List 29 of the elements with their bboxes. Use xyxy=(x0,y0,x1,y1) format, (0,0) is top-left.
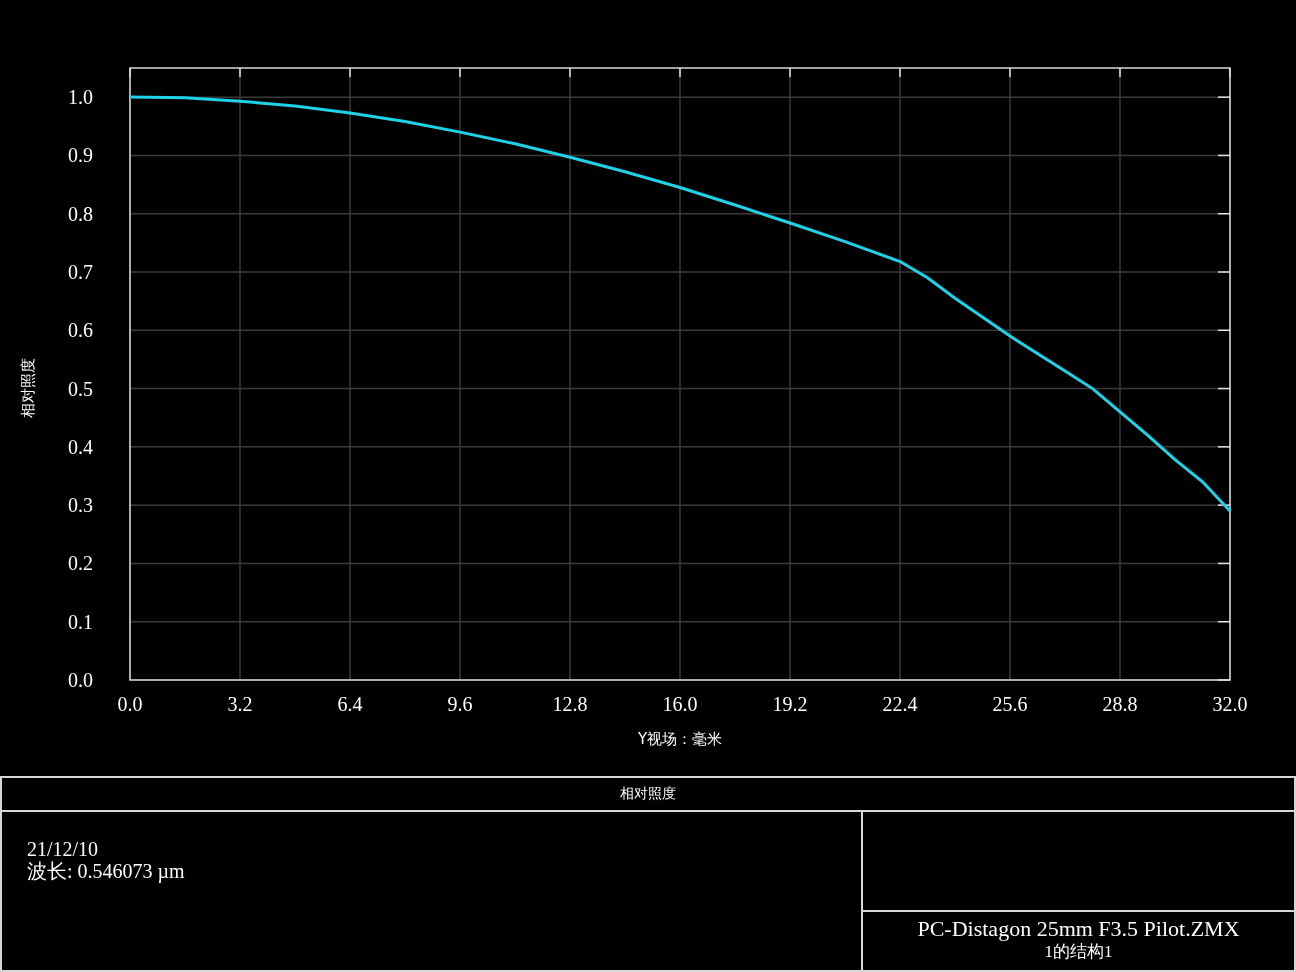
y-tick-label: 0.7 xyxy=(68,261,93,283)
file-name: PC-Distagon 25mm F3.5 Pilot.ZMX xyxy=(917,916,1240,942)
y-tick-label: 0.2 xyxy=(68,552,93,575)
x-axis-label: Y视场：毫米 xyxy=(637,730,723,748)
y-tick-label: 0.8 xyxy=(68,202,93,225)
x-tick-label: 32.0 xyxy=(1212,693,1248,715)
table-title: 相对照度 xyxy=(620,785,676,803)
x-tick-label: 9.6 xyxy=(447,693,473,715)
date-text: 21/12/10 xyxy=(27,838,99,860)
x-tick-label: 12.8 xyxy=(552,693,588,715)
y-tick-label: 0.0 xyxy=(68,669,93,691)
y-tick-label: 0.3 xyxy=(68,494,93,517)
x-tick-label: 16.0 xyxy=(662,693,698,715)
x-tick-label: 3.2 xyxy=(227,693,253,715)
y-tick-label: 1.0 xyxy=(68,86,93,109)
y-tick-label: 0.4 xyxy=(68,435,93,458)
x-tick-label: 25.6 xyxy=(992,693,1028,715)
y-tick-label: 0.6 xyxy=(68,319,93,342)
configuration-text: 1的结构1 xyxy=(1044,942,1113,962)
y-tick-label: 0.9 xyxy=(68,144,93,167)
y-tick-label: 0.1 xyxy=(68,610,93,633)
x-tick-label: 19.2 xyxy=(772,693,808,715)
x-tick-label: 0.0 xyxy=(117,693,143,715)
x-tick-label: 22.4 xyxy=(882,693,918,715)
x-tick-label: 6.4 xyxy=(337,693,363,715)
wavelength-text: 波长: 0.546073 µm xyxy=(27,860,185,882)
x-tick-label: 28.8 xyxy=(1102,693,1138,715)
y-axis-label: 相对照度 xyxy=(19,358,37,418)
y-tick-label: 0.5 xyxy=(68,377,93,400)
